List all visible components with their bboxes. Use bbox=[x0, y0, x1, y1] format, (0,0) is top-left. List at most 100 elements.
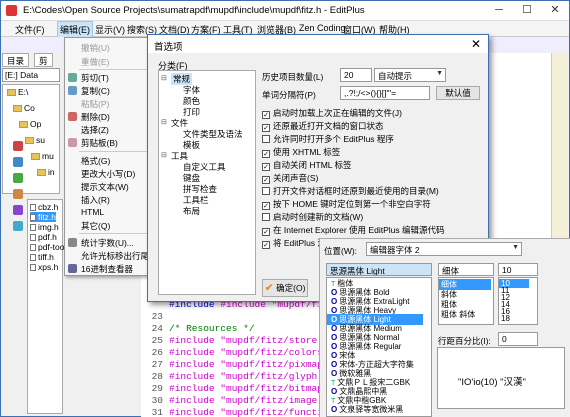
menu-insert[interactable]: 插入(R) bbox=[81, 194, 110, 206]
tool-icon[interactable] bbox=[13, 141, 23, 151]
option-checkbox[interactable]: 允许同时打开多个 EditPlus 程序 bbox=[262, 133, 394, 145]
file-item[interactable]: tiff.h bbox=[30, 252, 54, 262]
font-size-list[interactable]: 10 11 12 14 16 18 bbox=[498, 277, 538, 325]
file-item-selected[interactable]: fitz.h bbox=[30, 212, 56, 222]
tree-item[interactable]: su bbox=[25, 135, 45, 145]
menu-select[interactable]: 选择(Z) bbox=[81, 124, 109, 136]
checkbox-icon[interactable]: ✓ bbox=[262, 163, 270, 171]
font-size-input[interactable]: 10 bbox=[498, 263, 538, 276]
menu-redo[interactable]: 重做(E) bbox=[81, 56, 109, 68]
option-checkbox[interactable]: 启动时创建新的文档(W) bbox=[262, 211, 363, 223]
tool-icon[interactable] bbox=[13, 173, 23, 183]
menu-delete[interactable]: 删除(D) bbox=[81, 111, 110, 123]
tree-item[interactable]: Op bbox=[19, 119, 41, 129]
line-spacing-input[interactable]: 0 bbox=[498, 332, 538, 346]
option-checkbox[interactable]: 打开文件对话框时还原到最近使用的目录(M) bbox=[262, 185, 439, 197]
collapse-icon[interactable]: ⊟ bbox=[161, 74, 167, 82]
code-line[interactable]: #include "mupdf/fitz/bitmap.h" bbox=[169, 383, 340, 394]
option-checkbox[interactable]: ✓ 按下 HOME 键时定位到第一个非空白字符 bbox=[262, 198, 431, 210]
line-number: 25 bbox=[151, 335, 163, 346]
menu-word-count[interactable]: 统计字数(U)... bbox=[81, 237, 134, 249]
style-item[interactable]: 粗体 斜体 bbox=[441, 309, 475, 320]
menu-edit[interactable]: 编辑(E) bbox=[57, 21, 93, 38]
code-line[interactable]: #include "mupdf/fitz/pixmap.h" bbox=[169, 359, 340, 370]
title-bar: E:\Codes\Open Source Projects\sumatrapdf… bbox=[1, 1, 569, 21]
menu-clipboard[interactable]: 剪贴板(B) bbox=[81, 137, 118, 149]
folder-tree[interactable]: E:\ Co Op su mu in bbox=[2, 84, 60, 194]
code-line[interactable]: /* Resources */ bbox=[169, 323, 255, 334]
position-dropdown[interactable]: 编辑器字体 2 ▼ bbox=[366, 242, 522, 256]
menu-change-case[interactable]: 更改大小写(D) bbox=[81, 168, 135, 180]
dialog-close-button[interactable]: ✕ bbox=[464, 35, 488, 53]
collapse-icon[interactable]: ⊟ bbox=[161, 151, 167, 159]
menu-file[interactable]: 文件(F) bbox=[15, 23, 45, 36]
menu-view[interactable]: 显示(V) bbox=[95, 23, 125, 36]
menu-paste[interactable]: 粘贴(P) bbox=[81, 98, 109, 110]
checkbox-icon[interactable] bbox=[262, 187, 270, 195]
option-checkbox[interactable]: ✓ 使用 XHTML 标签 bbox=[262, 146, 340, 158]
menu-other[interactable]: 其它(Q) bbox=[81, 220, 110, 232]
tool-icon[interactable] bbox=[13, 221, 23, 231]
font-style-input[interactable]: 细体 bbox=[438, 263, 494, 276]
font-item[interactable]: O 文泉驿等宽微米黑 bbox=[331, 404, 403, 415]
checkbox-icon[interactable]: ✓ bbox=[262, 150, 270, 158]
edit-menu-dropdown: 撤销(U) 重做(E) 剪切(T) 复制(C) 粘贴(P) 删除(D) 选择(Z… bbox=[64, 37, 159, 276]
font-name-input[interactable]: 思源黑体 Light bbox=[326, 263, 432, 276]
tab-directory[interactable]: 目录 bbox=[2, 53, 30, 67]
collapse-icon[interactable]: ⊟ bbox=[161, 118, 167, 126]
tool-icon[interactable] bbox=[13, 157, 23, 167]
tool-icon[interactable] bbox=[13, 189, 23, 199]
maximize-button[interactable]: ☐ bbox=[513, 1, 541, 20]
option-checkbox[interactable]: ✓ 关闭声音(S) bbox=[262, 172, 318, 184]
ok-button[interactable]: ✔ 确定(O) bbox=[262, 279, 308, 297]
minimize-button[interactable]: ─ bbox=[485, 1, 513, 20]
category-tree[interactable]: ⊟ 常规 字体 颜色 打印 ⊟ 文件 文件类型及语法 模板 ⊟ 工具 自定义工具… bbox=[158, 70, 256, 295]
tab-clipboard[interactable]: 剪 bbox=[34, 53, 53, 67]
file-item[interactable]: pdf.h bbox=[30, 232, 57, 242]
tree-item[interactable]: Co bbox=[13, 103, 35, 113]
checkbox-icon[interactable]: ✓ bbox=[262, 176, 270, 184]
tool-icon[interactable] bbox=[13, 205, 23, 215]
file-item[interactable]: xps.h bbox=[30, 262, 58, 272]
code-line[interactable]: #include "mupdf/fitz/image.h" bbox=[169, 395, 334, 406]
close-button[interactable]: ✕ bbox=[541, 1, 569, 20]
file-item[interactable]: cbz.h bbox=[30, 202, 58, 212]
history-count-input[interactable]: 20 bbox=[340, 68, 372, 82]
menu-format[interactable]: 格式(G) bbox=[81, 155, 110, 167]
menu-zen-coding[interactable]: Zen Coding bbox=[299, 23, 346, 33]
option-checkbox[interactable]: ✓ 还原最近打开文档的窗口状态 bbox=[262, 120, 384, 132]
checkbox-icon[interactable] bbox=[262, 135, 270, 143]
checkbox-icon[interactable]: ✓ bbox=[262, 111, 270, 119]
file-list[interactable]: cbz.h fitz.h img.h pdf.h pdf-tools. tiff… bbox=[27, 199, 73, 414]
checkbox-icon[interactable] bbox=[262, 213, 270, 221]
option-checkbox[interactable]: ✓ 在 Internet Explorer 使用 EditPlus 编辑源代码 bbox=[262, 224, 444, 236]
menu-html[interactable]: HTML bbox=[81, 207, 104, 217]
size-item[interactable]: 18 bbox=[501, 314, 510, 323]
checkbox-icon[interactable]: ✓ bbox=[262, 202, 270, 210]
menu-undo[interactable]: 撤销(U) bbox=[81, 42, 110, 54]
option-checkbox[interactable]: ✓ 自动关闭 HTML 标签 bbox=[262, 159, 352, 171]
menu-hint-text[interactable]: 提示文本(W) bbox=[81, 181, 129, 193]
checkbox-icon[interactable]: ✓ bbox=[262, 241, 270, 249]
word-separator-input[interactable]: ,.?!;/<>(){}[]"'= bbox=[340, 86, 430, 100]
code-line[interactable]: #include "mupdf/fitz/store.h" bbox=[169, 335, 334, 346]
checkbox-icon[interactable]: ✓ bbox=[262, 124, 270, 132]
font-name-list[interactable]: T 楷体 O 思源黑体 Bold O 思源黑体 ExtraLight O 思源黑体 He… bbox=[326, 277, 432, 417]
folder-icon bbox=[31, 153, 40, 160]
category-layout[interactable]: 布局 bbox=[183, 205, 200, 217]
checkbox-icon[interactable]: ✓ bbox=[262, 228, 270, 236]
menu-copy[interactable]: 复制(C) bbox=[81, 85, 110, 97]
hint-dropdown[interactable]: 自动提示 ▼ bbox=[374, 68, 446, 82]
menu-cut[interactable]: 剪切(T) bbox=[81, 72, 109, 84]
folder-icon bbox=[13, 105, 22, 112]
drive-select[interactable]: [E:] Data bbox=[2, 68, 60, 82]
font-style-list[interactable]: 细体 斜体 粗体 粗体 斜体 bbox=[438, 277, 494, 325]
file-item[interactable]: img.h bbox=[30, 222, 59, 232]
tree-item[interactable]: in bbox=[37, 167, 55, 177]
default-button[interactable]: 默认值 bbox=[436, 86, 480, 100]
option-checkbox[interactable]: ✓ 启动时加载上次正在编辑的文件(J) bbox=[262, 107, 402, 119]
code-line[interactable]: #include "mupdf/fitz/glyph.h" bbox=[169, 371, 334, 382]
menu-hex-viewer[interactable]: 16进制查看器 bbox=[81, 263, 133, 275]
tree-item[interactable]: mu bbox=[31, 151, 54, 161]
tree-item[interactable]: E:\ bbox=[7, 87, 28, 97]
